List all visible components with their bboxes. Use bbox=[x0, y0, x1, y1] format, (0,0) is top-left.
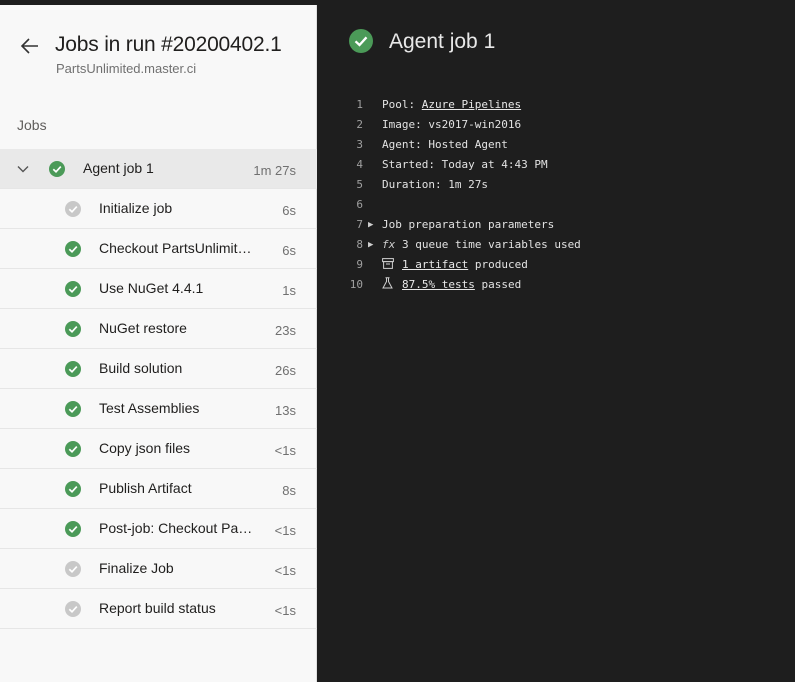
arrow-left-icon bbox=[20, 38, 38, 54]
run-header: Jobs in run #20200402.1 PartsUnlimited.m… bbox=[0, 5, 317, 105]
step-row[interactable]: Publish Artifact 8s bbox=[0, 469, 317, 509]
job-row-agent-job-1[interactable]: Agent job 1 1m 27s bbox=[0, 149, 317, 189]
check-circle-icon bbox=[65, 241, 81, 257]
step-name: Test Assemblies bbox=[99, 400, 200, 416]
check-circle-icon bbox=[65, 361, 81, 377]
line-number: 4 bbox=[356, 158, 363, 171]
line-number: 8 bbox=[356, 238, 363, 251]
fx-icon: fx bbox=[382, 238, 396, 251]
job-duration: 1m 27s bbox=[253, 163, 296, 178]
step-name: Build solution bbox=[99, 360, 183, 376]
step-duration: <1s bbox=[274, 603, 296, 618]
circle-check-gray-icon bbox=[65, 601, 81, 617]
step-duration: 1s bbox=[282, 283, 296, 298]
step-name: Use NuGet 4.4.1 bbox=[99, 280, 204, 296]
step-duration: 8s bbox=[282, 483, 296, 498]
log-line-expandable[interactable]: 8 ▶ fx 3 queue time variables used bbox=[317, 235, 795, 255]
step-duration: <1s bbox=[274, 523, 296, 538]
triangle-right-icon[interactable]: ▶ bbox=[368, 215, 373, 235]
step-row[interactable]: Use NuGet 4.4.1 1s bbox=[0, 269, 317, 309]
job-list: Agent job 1 1m 27s Initialize job 6s Check… bbox=[0, 149, 317, 629]
back-button[interactable] bbox=[16, 32, 44, 60]
check-circle-icon bbox=[65, 401, 81, 417]
step-name: Checkout PartsUnlimite… bbox=[99, 240, 257, 256]
step-name: Copy json files bbox=[99, 440, 191, 456]
log-text: Duration: 1m 27s bbox=[382, 178, 488, 191]
step-duration: <1s bbox=[274, 443, 296, 458]
step-duration: <1s bbox=[274, 563, 296, 578]
step-duration: 23s bbox=[275, 323, 296, 338]
log-text: Started: Today at 4:43 PM bbox=[382, 158, 548, 171]
check-circle-icon bbox=[49, 161, 65, 177]
job-detail-title: Agent job 1 bbox=[389, 30, 496, 53]
artifact-icon bbox=[382, 255, 396, 275]
check-circle-icon bbox=[65, 521, 81, 537]
log-line: 9 1 artifact produced bbox=[317, 255, 795, 275]
step-duration: 6s bbox=[282, 243, 296, 258]
step-row[interactable]: Copy json files <1s bbox=[0, 429, 317, 469]
log-line: 2 Image: vs2017-win2016 bbox=[317, 115, 795, 135]
step-duration: 13s bbox=[275, 403, 296, 418]
circle-check-gray-icon bbox=[65, 561, 81, 577]
run-title: Jobs in run #20200402.1 bbox=[55, 33, 282, 56]
job-log: 1 Pool: Azure Pipelines 2 Image: vs2017-… bbox=[317, 95, 795, 295]
tests-link[interactable]: 87.5% tests bbox=[402, 278, 475, 291]
step-row[interactable]: Post-job: Checkout Pa… <1s bbox=[0, 509, 317, 549]
line-number: 6 bbox=[356, 198, 363, 211]
log-text: 3 queue time variables used bbox=[402, 238, 581, 251]
line-number: 3 bbox=[356, 138, 363, 151]
step-name: Initialize job bbox=[99, 200, 173, 216]
step-name: Finalize Job bbox=[99, 560, 174, 576]
line-number: 9 bbox=[356, 258, 363, 271]
step-row[interactable]: Test Assemblies 13s bbox=[0, 389, 317, 429]
log-text: Job preparation parameters bbox=[382, 218, 555, 231]
job-detail-panel: Agent job 1 1 Pool: Azure Pipelines 2 Im… bbox=[317, 5, 795, 682]
jobs-panel: Jobs in run #20200402.1 PartsUnlimited.m… bbox=[0, 5, 317, 682]
step-duration: 26s bbox=[275, 363, 296, 378]
step-name: Post-job: Checkout Pa… bbox=[99, 520, 253, 536]
log-line-expandable[interactable]: 7 ▶ Job preparation parameters bbox=[317, 215, 795, 235]
log-line: 5 Duration: 1m 27s bbox=[317, 175, 795, 195]
line-number: 1 bbox=[356, 98, 363, 111]
step-name: Report build status bbox=[99, 600, 216, 616]
step-row[interactable]: Finalize Job <1s bbox=[0, 549, 317, 589]
line-number: 7 bbox=[356, 218, 363, 231]
line-number: 5 bbox=[356, 178, 363, 191]
log-text: Pool: bbox=[382, 98, 422, 111]
chevron-down-icon[interactable] bbox=[15, 161, 31, 177]
line-number: 2 bbox=[356, 118, 363, 131]
flask-icon bbox=[382, 275, 396, 295]
log-line: 1 Pool: Azure Pipelines bbox=[317, 95, 795, 115]
log-line: 10 87.5% tests passed bbox=[317, 275, 795, 295]
log-line: 3 Agent: Hosted Agent bbox=[317, 135, 795, 155]
log-text: Image: vs2017-win2016 bbox=[382, 118, 522, 131]
job-name: Agent job 1 bbox=[83, 160, 154, 176]
log-text: passed bbox=[474, 278, 522, 291]
triangle-right-icon[interactable]: ▶ bbox=[368, 235, 373, 255]
step-name: NuGet restore bbox=[99, 320, 187, 336]
log-text: Agent: Hosted Agent bbox=[382, 138, 508, 151]
circle-check-gray-icon bbox=[65, 201, 81, 217]
jobs-section-label: Jobs bbox=[17, 117, 47, 133]
line-number: 10 bbox=[349, 278, 363, 291]
check-circle-icon bbox=[65, 481, 81, 497]
step-duration: 6s bbox=[282, 203, 296, 218]
log-line: 4 Started: Today at 4:43 PM bbox=[317, 155, 795, 175]
check-circle-icon bbox=[65, 441, 81, 457]
pool-link[interactable]: Azure Pipelines bbox=[422, 98, 521, 111]
step-row[interactable]: Checkout PartsUnlimite… 6s bbox=[0, 229, 317, 269]
check-circle-icon bbox=[65, 321, 81, 337]
artifact-link[interactable]: 1 artifact bbox=[402, 258, 468, 271]
check-circle-icon bbox=[349, 29, 373, 53]
run-subtitle[interactable]: PartsUnlimited.master.ci bbox=[56, 61, 196, 76]
step-name: Publish Artifact bbox=[99, 480, 192, 496]
check-circle-icon bbox=[65, 281, 81, 297]
log-line: 6 bbox=[317, 195, 795, 215]
step-row[interactable]: Build solution 26s bbox=[0, 349, 317, 389]
step-row[interactable]: Initialize job 6s bbox=[0, 189, 317, 229]
step-row[interactable]: NuGet restore 23s bbox=[0, 309, 317, 349]
step-row[interactable]: Report build status <1s bbox=[0, 589, 317, 629]
log-text: produced bbox=[468, 258, 528, 271]
